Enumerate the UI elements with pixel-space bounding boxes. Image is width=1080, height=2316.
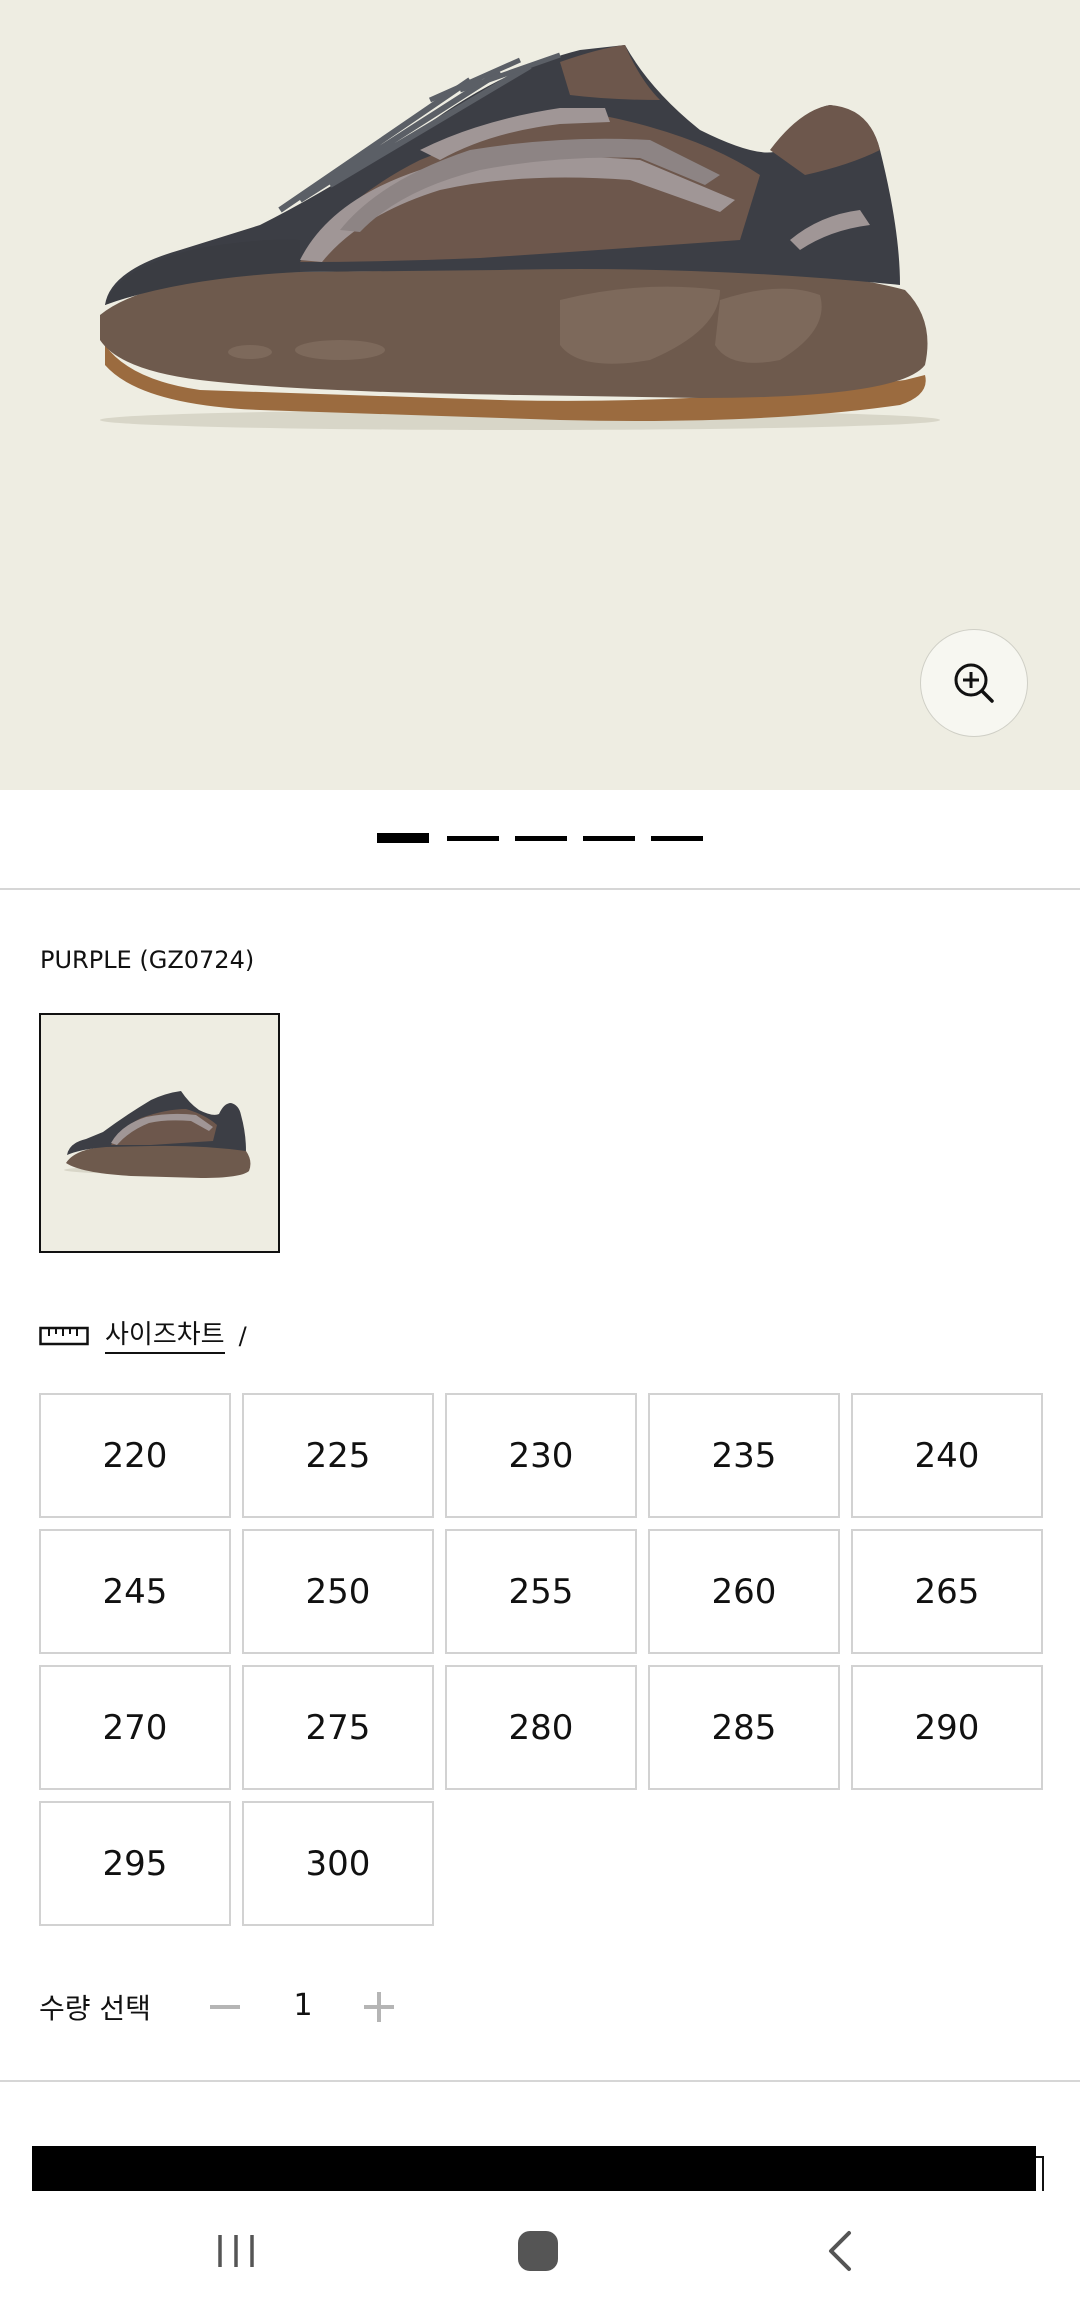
- size-option[interactable]: 285: [648, 1665, 840, 1790]
- quantity-value: 1: [293, 1988, 313, 2023]
- pager-dot-3[interactable]: [515, 836, 567, 841]
- size-option[interactable]: 300: [242, 1801, 434, 1926]
- divider: [0, 888, 1080, 890]
- product-image-area[interactable]: [0, 0, 1080, 790]
- size-option[interactable]: 260: [648, 1529, 840, 1654]
- size-chart-link[interactable]: 사이즈차트: [105, 1318, 225, 1354]
- recents-button[interactable]: [176, 2211, 296, 2291]
- pager-dot-5[interactable]: [651, 836, 703, 841]
- pager-dot-4[interactable]: [583, 836, 635, 841]
- home-button[interactable]: [478, 2211, 598, 2291]
- size-option[interactable]: 295: [39, 1801, 231, 1926]
- ruler-icon: [39, 1326, 89, 1346]
- pager-dot-1[interactable]: [377, 833, 429, 843]
- color-swatch[interactable]: [39, 1013, 280, 1253]
- zoom-button[interactable]: [920, 629, 1028, 737]
- color-label: PURPLE (GZ0724): [40, 946, 255, 974]
- size-option[interactable]: 255: [445, 1529, 637, 1654]
- size-chart-separator: /: [238, 1322, 247, 1350]
- pager-dot-2[interactable]: [447, 836, 499, 841]
- back-button[interactable]: [780, 2211, 900, 2291]
- size-option[interactable]: 235: [648, 1393, 840, 1518]
- size-option[interactable]: 270: [39, 1665, 231, 1790]
- back-icon: [829, 2231, 851, 2271]
- size-option[interactable]: 240: [851, 1393, 1043, 1518]
- home-icon: [518, 2231, 558, 2271]
- plus-icon: [364, 1992, 394, 2022]
- minus-icon: [210, 2005, 240, 2009]
- sneaker-image: [100, 45, 940, 430]
- size-option[interactable]: 265: [851, 1529, 1043, 1654]
- recents-icon: [218, 2235, 254, 2267]
- size-option[interactable]: 290: [851, 1665, 1043, 1790]
- quantity-decrease-button[interactable]: [198, 1980, 252, 2034]
- purchase-button-edge: [1036, 2156, 1044, 2192]
- size-option[interactable]: 220: [39, 1393, 231, 1518]
- size-option[interactable]: 250: [242, 1529, 434, 1654]
- purchase-button[interactable]: [32, 2146, 1036, 2191]
- size-option[interactable]: 225: [242, 1393, 434, 1518]
- zoom-in-icon: [954, 663, 994, 703]
- size-chart-row: 사이즈차트 /: [39, 1316, 247, 1356]
- quantity-controls: 1: [0, 1980, 1080, 2034]
- system-navigation-bar: [0, 2191, 1080, 2316]
- divider: [0, 2080, 1080, 2082]
- size-option[interactable]: 275: [242, 1665, 434, 1790]
- quantity-increase-button[interactable]: [352, 1980, 406, 2034]
- size-option[interactable]: 280: [445, 1665, 637, 1790]
- sneaker-thumbnail: [64, 1091, 251, 1178]
- image-pager: [0, 833, 1080, 846]
- size-option[interactable]: 230: [445, 1393, 637, 1518]
- size-option[interactable]: 245: [39, 1529, 231, 1654]
